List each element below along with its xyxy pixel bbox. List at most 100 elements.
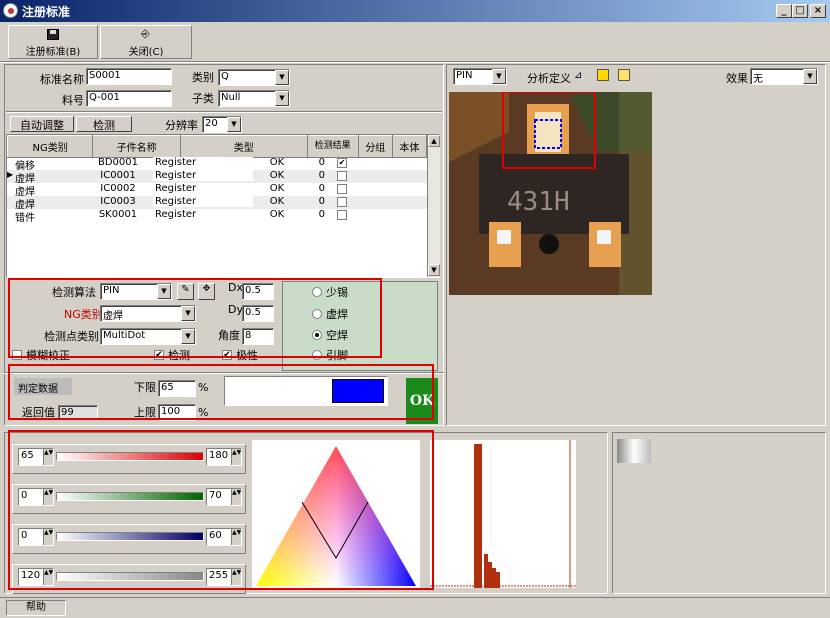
move-icon[interactable]: ✥: [198, 283, 215, 300]
wand-icon[interactable]: ✎: [177, 283, 194, 300]
spinner-arrows-icon[interactable]: ▲▼: [43, 569, 53, 585]
tab-detect[interactable]: 检测: [76, 116, 132, 132]
spinner-arrows-icon[interactable]: ▲▼: [231, 569, 241, 585]
radio-3[interactable]: [312, 350, 322, 360]
spinner-arrows-icon[interactable]: ▲▼: [231, 529, 241, 545]
scroll-down-icon[interactable]: ▼: [428, 264, 440, 276]
algo-label: 检测算法: [52, 286, 96, 299]
help-button[interactable]: 帮助: [6, 600, 66, 616]
range-min-spinner[interactable]: 0 ▲▼: [18, 488, 54, 506]
header-ng[interactable]: NG类别: [6, 135, 94, 158]
table-scrollbar[interactable]: ▲ ▼: [427, 135, 440, 277]
std-name-label: 标准名称: [40, 73, 84, 86]
histogram: [430, 440, 576, 588]
histogram-bar: [488, 562, 492, 588]
range-slider[interactable]: [56, 492, 204, 501]
close-window-button[interactable]: ×: [810, 4, 826, 18]
maximize-button[interactable]: □: [792, 4, 808, 18]
view-mode-select[interactable]: PIN ▼: [453, 68, 507, 85]
table-row[interactable]: 虚焊IC0003▾RegisterOK0: [7, 196, 427, 211]
angle-field[interactable]: 8: [242, 328, 274, 345]
header-part[interactable]: 子件名称: [92, 135, 181, 158]
point-type-select[interactable]: MultiDot ▼: [100, 328, 196, 345]
spinner-arrows-icon[interactable]: ▲▼: [43, 449, 53, 465]
range-max-spinner[interactable]: 180 ▲▼: [206, 448, 242, 466]
histogram-bar: [484, 554, 488, 588]
ng-type-select[interactable]: 虚焊 ▼: [100, 305, 196, 322]
upper-field[interactable]: 100: [158, 404, 196, 421]
dy-field[interactable]: 0.5: [242, 305, 274, 322]
header-type[interactable]: 类型: [179, 135, 308, 158]
body-checkbox[interactable]: [337, 184, 347, 194]
body-checkbox[interactable]: ✔: [337, 158, 347, 168]
std-name-field[interactable]: S0001: [86, 68, 172, 85]
radio-label-1: 虚焊: [326, 308, 348, 321]
copy-tool-icon[interactable]: [597, 69, 609, 81]
body-checkbox[interactable]: [337, 197, 347, 207]
dx-field[interactable]: 0.5: [242, 283, 274, 300]
register-standard-button[interactable]: 注册标准(B): [8, 25, 98, 59]
range-min-spinner[interactable]: 120 ▲▼: [18, 568, 54, 586]
algo-select[interactable]: PIN ▼: [100, 283, 172, 300]
part-no-field[interactable]: Q-001: [86, 90, 172, 107]
range-max-spinner[interactable]: 70 ▲▼: [206, 488, 242, 506]
pcb-image[interactable]: 431H: [449, 92, 652, 295]
tab-auto-adjust[interactable]: 自动调整: [10, 116, 74, 132]
spinner-arrows-icon[interactable]: ▲▼: [43, 529, 53, 545]
subtype-select[interactable]: Null ▼: [218, 90, 290, 107]
header-group[interactable]: 分组: [357, 135, 393, 158]
view-mode-value: PIN: [456, 70, 473, 81]
return-field: 99: [58, 405, 98, 420]
body-checkbox[interactable]: [337, 210, 347, 220]
type-select[interactable]: Q ▼: [218, 69, 290, 86]
ng-type-label: NG类别: [64, 308, 103, 321]
radio-1[interactable]: [312, 309, 322, 319]
range-slider[interactable]: [56, 532, 204, 541]
row-ng: 错件: [15, 213, 35, 224]
paste-tool-icon[interactable]: [618, 69, 630, 81]
detect-checkbox[interactable]: ✔: [154, 350, 164, 360]
lower-label: 下限: [134, 381, 156, 394]
radio-0[interactable]: [312, 287, 322, 297]
spinner-arrows-icon[interactable]: ▲▼: [43, 489, 53, 505]
range-max-spinner[interactable]: 60 ▲▼: [206, 528, 242, 546]
chevron-down-icon: ▼: [275, 70, 289, 85]
scroll-up-icon[interactable]: ▲: [428, 135, 440, 147]
range-min-spinner[interactable]: 0 ▲▼: [18, 528, 54, 546]
table-row[interactable]: 虚焊IC0002▾RegisterOK0: [7, 183, 427, 198]
spinner-arrows-icon[interactable]: ▲▼: [231, 449, 241, 465]
body-checkbox[interactable]: [337, 171, 347, 181]
spinner-arrows-icon[interactable]: ▲▼: [231, 489, 241, 505]
upper-label: 上限: [134, 406, 156, 419]
row-type: Register: [153, 183, 253, 194]
range-slider[interactable]: [56, 572, 204, 581]
header-result[interactable]: 检测结果: [306, 135, 359, 158]
radio-2[interactable]: [312, 330, 322, 340]
range-min-spinner[interactable]: 65 ▲▼: [18, 448, 54, 466]
ng-type-value: 虚焊: [103, 311, 123, 322]
lower-field[interactable]: 65: [158, 380, 196, 397]
range-slider[interactable]: [56, 452, 204, 461]
table-row[interactable]: 偏移BD0001▾RegisterOK0✔: [7, 157, 427, 172]
ng-table: NG类别 子件名称 类型 检测结果 分组 本体 偏移BD0001▾Registe…: [6, 134, 440, 278]
row-part: SK0001: [98, 209, 138, 220]
minimize-button[interactable]: _: [776, 4, 792, 18]
blur-checkbox[interactable]: [12, 350, 22, 360]
thumbnail-image[interactable]: [617, 439, 651, 463]
row-result: OK: [269, 209, 285, 220]
table-row[interactable]: 错件SK0001▾RegisterOK0: [7, 209, 427, 224]
solder-pad: [589, 222, 621, 267]
row-type: Register: [153, 209, 253, 220]
row-group: 0: [318, 196, 325, 207]
row-part: IC0003: [100, 196, 136, 207]
polarity-checkbox[interactable]: ✔: [222, 350, 232, 360]
close-dialog-button[interactable]: ⎆ 关闭(C): [100, 25, 192, 59]
range-max-spinner[interactable]: 255 ▲▼: [206, 568, 242, 586]
edit-tool-icon[interactable]: ⊿: [574, 70, 586, 82]
table-row[interactable]: ▶虚焊IC0001▾RegisterOK0: [7, 170, 427, 185]
header-body[interactable]: 本体: [391, 135, 428, 158]
radio-label-3: 引脚: [326, 349, 348, 362]
color-triangle[interactable]: [252, 440, 420, 588]
resolution-select[interactable]: 20 ▼: [202, 116, 242, 133]
effect-select[interactable]: 无 ▼: [750, 68, 818, 85]
